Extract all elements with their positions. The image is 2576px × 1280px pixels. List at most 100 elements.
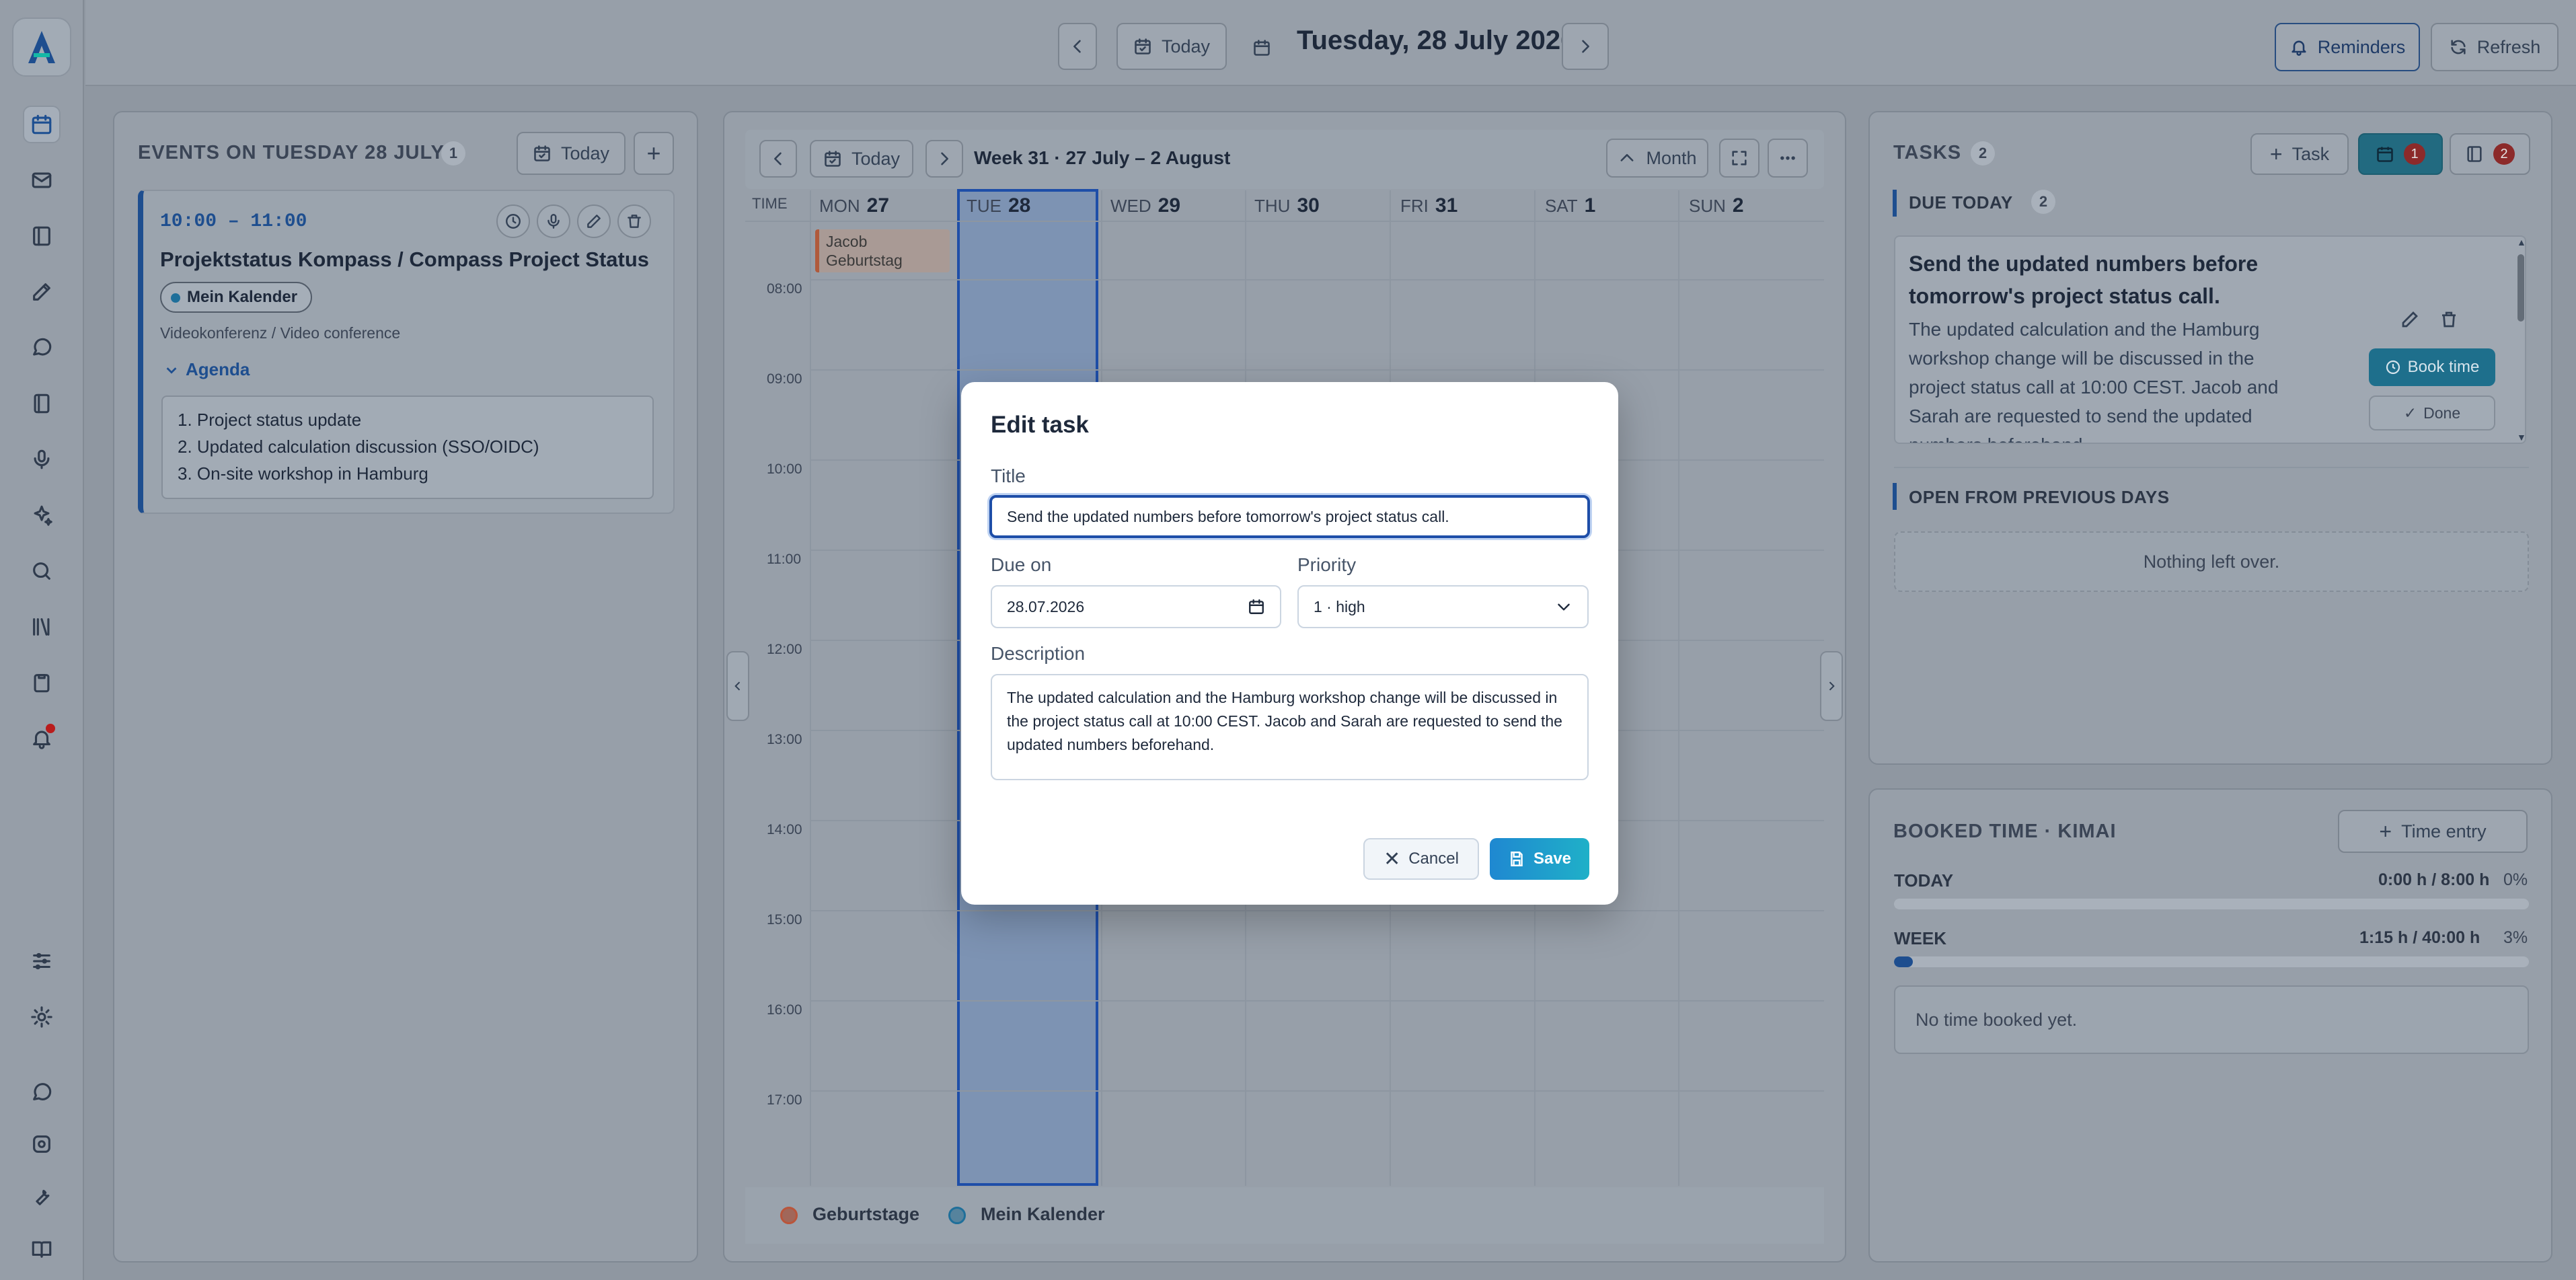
event-location: Videokonferenz / Video conference xyxy=(160,324,401,342)
task-delete-icon[interactable] xyxy=(2439,309,2459,333)
today-percent: 0% xyxy=(2503,870,2528,889)
chevron-up-icon xyxy=(1621,154,1634,161)
collapse-left-button[interactable] xyxy=(726,651,749,721)
integration-icon[interactable] xyxy=(23,1125,61,1163)
week-title: Week 31 · 27 July – 2 August xyxy=(974,147,1231,168)
refresh-button[interactable]: Refresh xyxy=(2431,23,2559,71)
cancel-button[interactable]: ✕ Cancel xyxy=(1363,838,1479,880)
legend-birthdays[interactable]: Geburtstage xyxy=(812,1204,919,1225)
day-header-wed[interactable]: WED 29 xyxy=(1101,190,1180,221)
hour-line xyxy=(811,279,1824,280)
day-header-sat[interactable]: SAT 1 xyxy=(1536,190,1595,221)
settings-gear-icon[interactable] xyxy=(23,998,61,1036)
due-today-title: DUE TODAY xyxy=(1909,192,2013,213)
speech-bubble-icon[interactable] xyxy=(23,1073,61,1110)
date-picker-button[interactable] xyxy=(1243,30,1281,66)
board-nav-icon[interactable] xyxy=(23,217,61,255)
calendar-nav-icon[interactable] xyxy=(23,106,61,143)
due-today-count: 2 xyxy=(2031,190,2055,214)
notes-nav-icon[interactable] xyxy=(23,385,61,422)
prev-week-button[interactable] xyxy=(759,140,797,178)
agenda-item: 1. Project status update xyxy=(178,410,362,430)
calendar-today-button[interactable]: Today xyxy=(810,140,913,178)
week-label: WEEK xyxy=(1894,928,1946,948)
time-entry-button[interactable]: + Time entry xyxy=(2338,810,2528,853)
hour-label: 15:00 xyxy=(767,912,802,928)
hour-label: 13:00 xyxy=(767,732,802,747)
day-header-thu[interactable]: THU 30 xyxy=(1245,190,1320,221)
hour-label: 09:00 xyxy=(767,371,802,387)
calendar-badge[interactable]: Mein Kalender xyxy=(160,282,313,313)
event-edit-button[interactable] xyxy=(577,204,611,238)
fullscreen-button[interactable] xyxy=(1719,139,1759,178)
book-icon[interactable] xyxy=(23,1230,61,1268)
next-week-button[interactable] xyxy=(925,140,963,178)
day-header-tue[interactable]: TUE 28 xyxy=(957,190,1030,221)
add-task-button[interactable]: + Task xyxy=(2250,133,2349,175)
today-button[interactable]: Today xyxy=(1116,23,1227,70)
microphone-nav-icon[interactable] xyxy=(23,441,61,478)
sparkles-nav-icon[interactable] xyxy=(23,496,61,534)
wrench-icon[interactable] xyxy=(23,1178,61,1215)
edit-nav-icon[interactable] xyxy=(23,273,61,311)
event-title: Projektstatus Kompass / Compass Project … xyxy=(160,248,650,271)
done-button[interactable]: ✓ Done xyxy=(2369,396,2495,430)
day-header-fri[interactable]: FRI 31 xyxy=(1391,190,1457,221)
next-day-button[interactable] xyxy=(1562,23,1609,70)
task-title: Send the updated numbers before tomorrow… xyxy=(1909,252,2259,308)
reminders-button[interactable]: Reminders xyxy=(2275,23,2420,71)
library-nav-icon[interactable] xyxy=(23,608,61,646)
hour-line xyxy=(811,910,1824,911)
add-event-button[interactable]: + xyxy=(634,132,674,175)
event-dictate-button[interactable] xyxy=(537,204,570,238)
due-date-input[interactable]: 28.07.2026 xyxy=(991,585,1281,628)
clipboard-nav-icon[interactable] xyxy=(23,664,61,702)
hour-label: 14:00 xyxy=(767,822,802,837)
birthday-event[interactable]: Jacob Geburtstag xyxy=(815,229,950,272)
bell-nav-icon[interactable] xyxy=(23,720,61,757)
day-header-mon[interactable]: MON 27 xyxy=(810,190,889,221)
task-scrollbar[interactable]: ▲ ▼ xyxy=(2517,237,2526,443)
app-logo[interactable] xyxy=(12,17,71,77)
clock-icon xyxy=(2386,360,2400,375)
save-button[interactable]: Save xyxy=(1490,838,1589,880)
hour-label: 16:00 xyxy=(767,1002,802,1018)
day-header-sun[interactable]: SUN 2 xyxy=(1679,190,1744,221)
event-delete-button[interactable] xyxy=(617,204,651,238)
legend-my-calendar[interactable]: Mein Kalender xyxy=(981,1204,1105,1225)
calendar-check-icon xyxy=(825,151,841,167)
description-textarea[interactable]: The updated calculation and the Hamburg … xyxy=(991,674,1589,780)
week-progress-fill xyxy=(1894,956,1914,967)
calendar-icon xyxy=(2377,147,2393,162)
month-view-button[interactable]: Month xyxy=(1606,139,1708,178)
chevron-right-icon xyxy=(1829,681,1835,691)
tasks-today-tab[interactable]: 1 xyxy=(2358,133,2443,175)
empty-previous-tasks: Nothing left over. xyxy=(1894,531,2529,592)
hour-label: 11:00 xyxy=(767,552,801,567)
search-nav-icon[interactable] xyxy=(23,552,61,590)
close-icon: ✕ xyxy=(1384,848,1401,870)
chat-nav-icon[interactable] xyxy=(23,329,61,367)
tasks-board-tab[interactable]: 2 xyxy=(2450,133,2530,175)
task-edit-icon[interactable] xyxy=(2400,309,2420,333)
events-today-button[interactable]: Today xyxy=(517,132,626,175)
description-label: Description xyxy=(991,643,1086,664)
mail-nav-icon[interactable] xyxy=(23,161,61,199)
more-options-button[interactable] xyxy=(1768,139,1808,178)
priority-select[interactable]: 1 · high xyxy=(1297,585,1589,628)
prev-day-button[interactable] xyxy=(1058,23,1097,70)
book-time-button[interactable]: Book time xyxy=(2369,348,2495,386)
chevron-down-icon xyxy=(166,367,177,374)
calendar-check-icon xyxy=(1135,38,1151,54)
agenda-toggle[interactable]: Agenda xyxy=(164,359,250,380)
sliders-nav-icon[interactable] xyxy=(23,942,61,980)
trash-icon xyxy=(628,215,641,228)
plus-icon: + xyxy=(2269,141,2283,166)
collapse-right-button[interactable] xyxy=(1820,651,1843,721)
event-reminder-button[interactable] xyxy=(496,204,530,238)
edit-task-dialog: Edit task Title Send the updated numbers… xyxy=(961,382,1618,905)
title-input[interactable]: Send the updated numbers before tomorrow… xyxy=(989,495,1590,538)
agenda-item: 3. On-site workshop in Hamburg xyxy=(178,463,428,484)
calendar-check-icon xyxy=(534,145,550,161)
chevron-left-icon xyxy=(774,152,782,165)
